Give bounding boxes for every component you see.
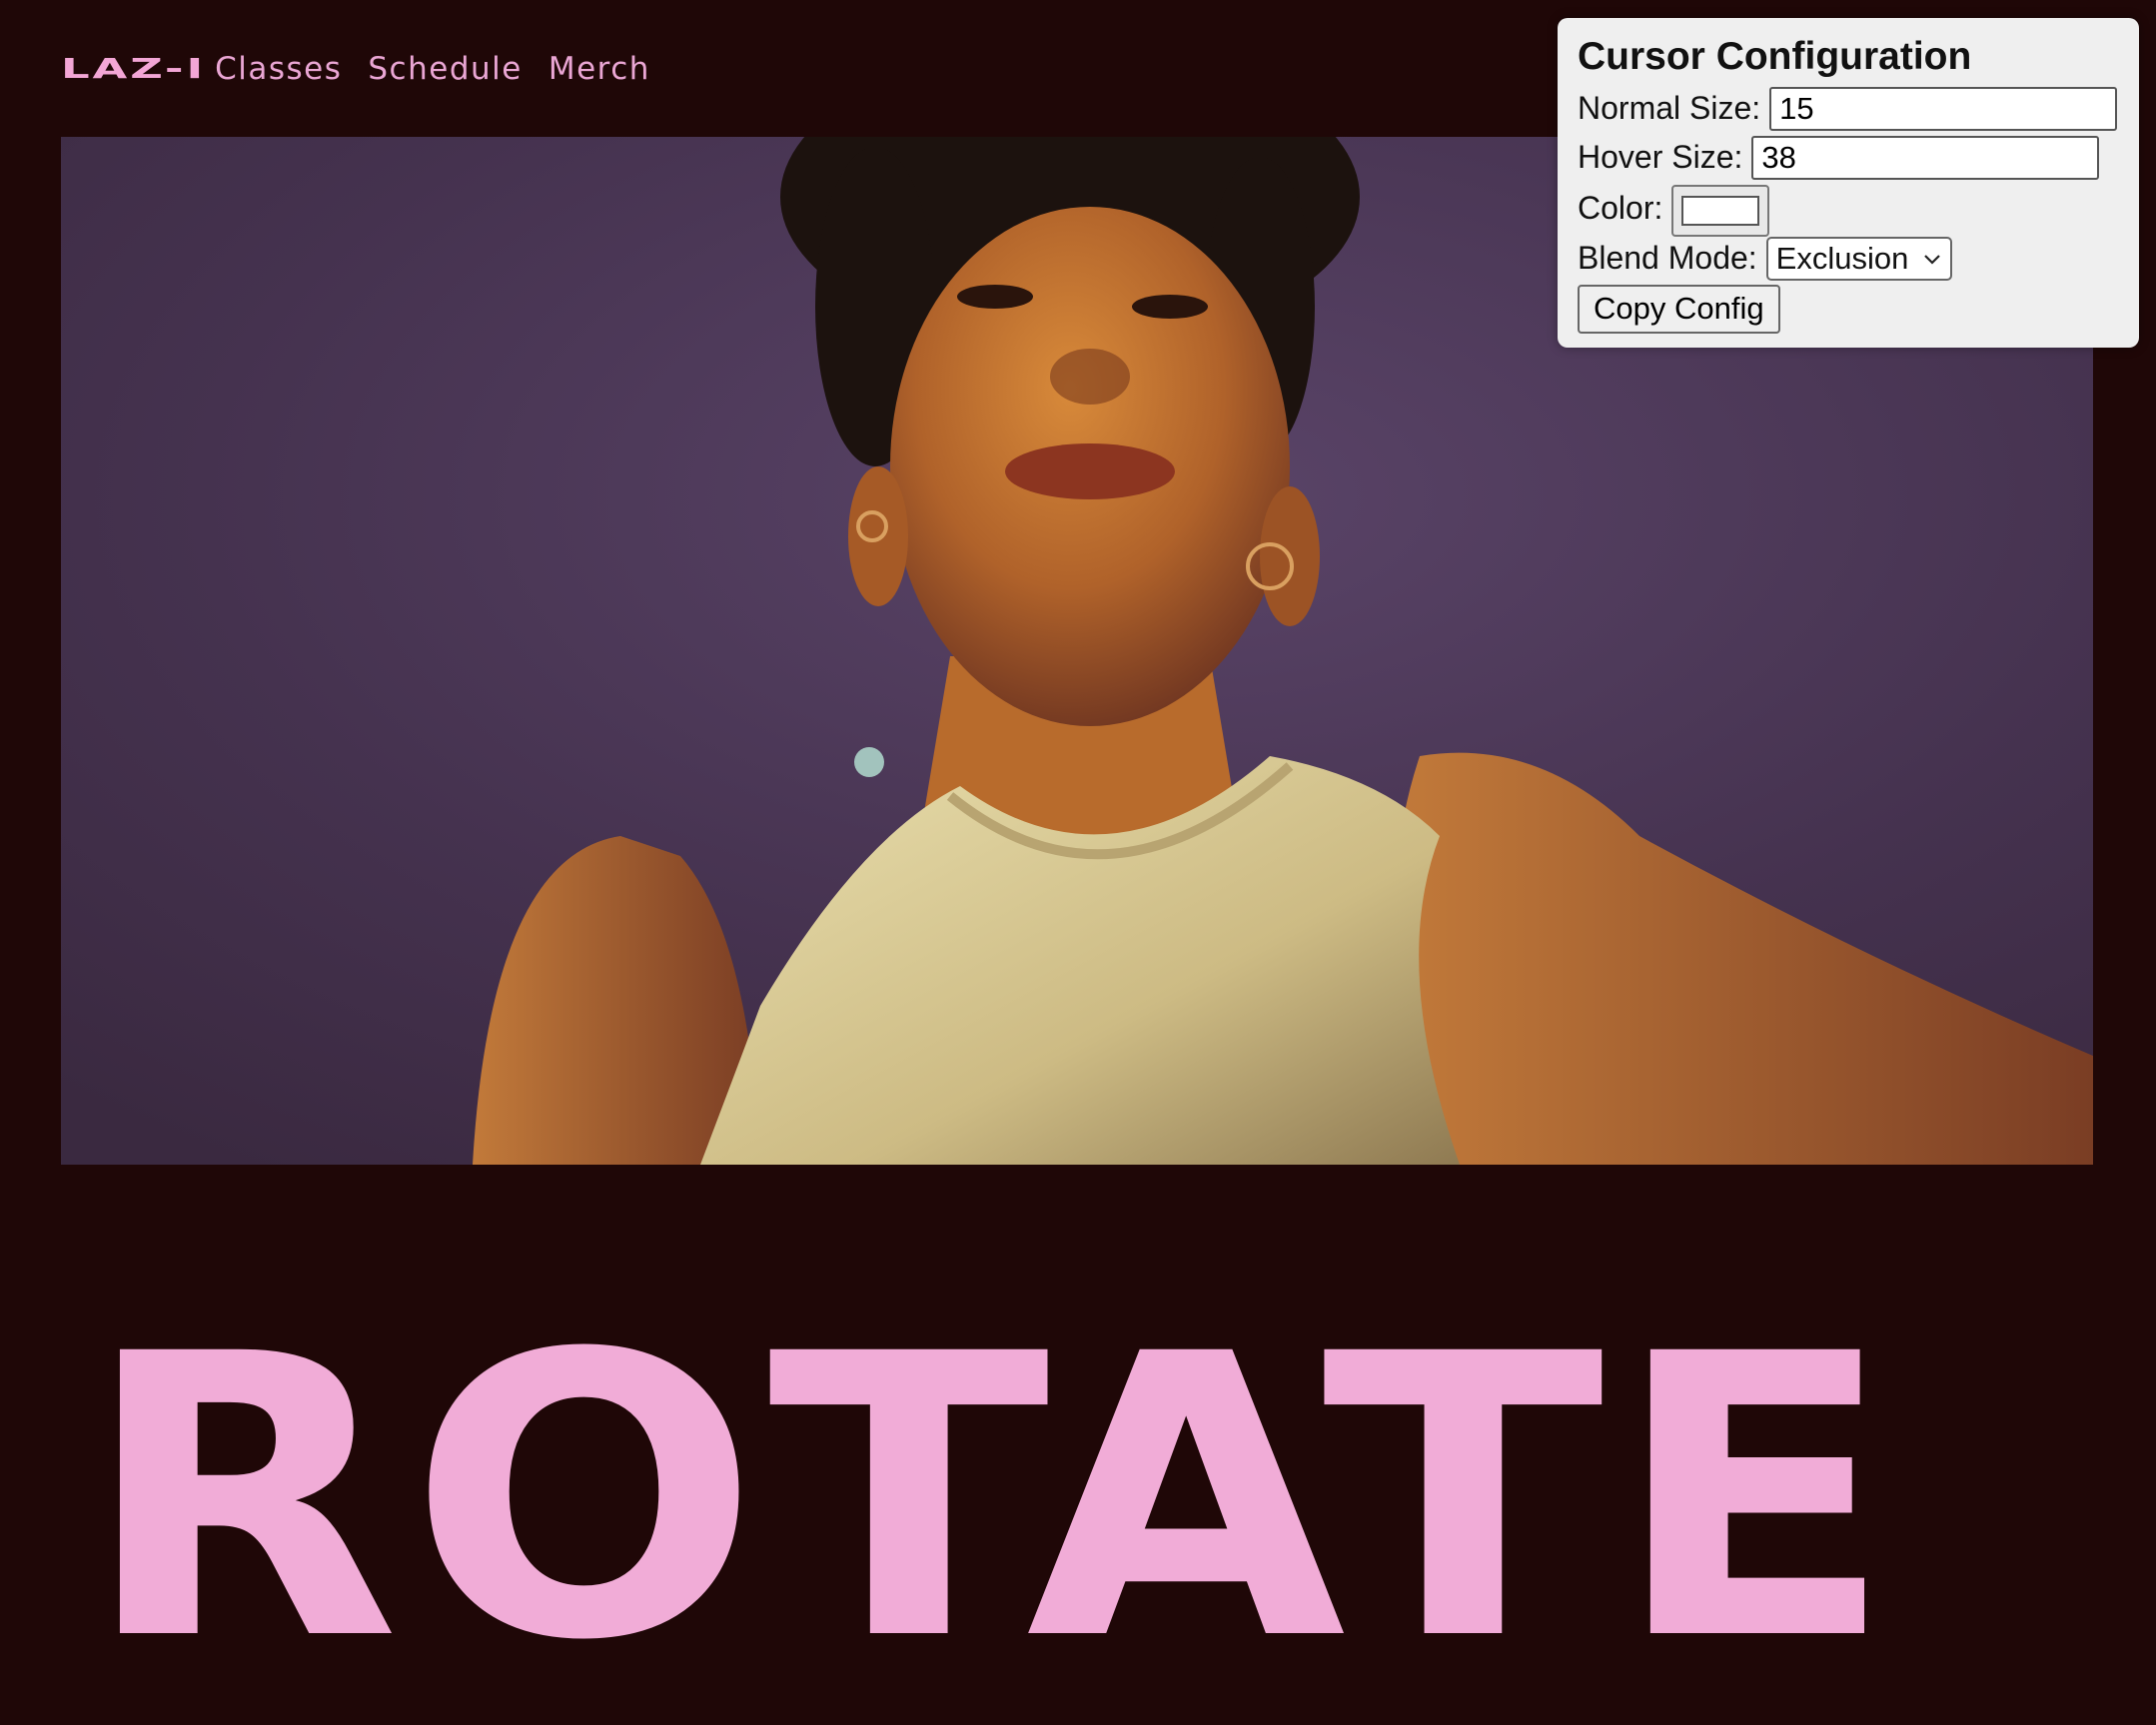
nav-link-classes[interactable]: Classes <box>215 51 342 87</box>
site-logo[interactable]: LAZ-I <box>61 53 206 85</box>
panel-title: Cursor Configuration <box>1578 35 1972 78</box>
color-label: Color: <box>1578 189 1663 226</box>
normal-size-input[interactable] <box>1769 86 2118 131</box>
nav-link-merch[interactable]: Merch <box>548 51 650 87</box>
chevron-down-icon <box>1924 254 1941 265</box>
blend-mode-select[interactable]: Exclusion <box>1765 236 1953 281</box>
hover-size-row: Hover Size: <box>1578 133 2119 182</box>
hero-headline: ROTATE <box>82 1272 1903 1725</box>
blend-mode-value: Exclusion <box>1775 240 1909 276</box>
cursor-config-panel: Cursor Configuration Normal Size: Hover … <box>1558 18 2139 348</box>
blend-mode-label: Blend Mode: <box>1578 240 1757 276</box>
nav-link-schedule[interactable]: Schedule <box>368 51 522 87</box>
color-swatch <box>1681 196 1760 226</box>
site-nav: LAZ-I Classes Schedule Merch <box>61 44 676 94</box>
custom-cursor-dot <box>854 747 884 777</box>
copy-config-button[interactable]: Copy Config <box>1578 284 1780 334</box>
hover-size-label: Hover Size: <box>1578 139 1743 175</box>
color-row: Color: <box>1578 182 2119 237</box>
normal-size-row: Normal Size: <box>1578 84 2119 133</box>
hover-size-input[interactable] <box>1751 135 2100 180</box>
normal-size-label: Normal Size: <box>1578 90 1761 126</box>
blend-mode-row: Blend Mode: Exclusion <box>1578 234 2119 283</box>
color-picker[interactable] <box>1671 185 1770 237</box>
copy-row: Copy Config <box>1578 283 2119 334</box>
